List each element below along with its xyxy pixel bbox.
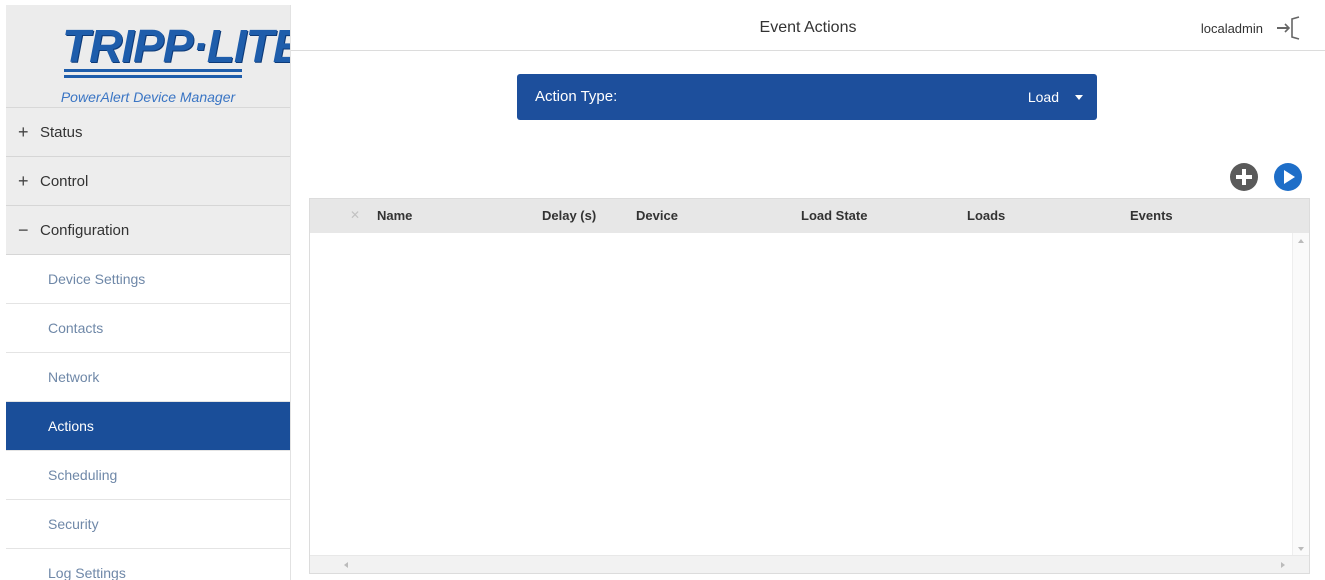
nav-section-status[interactable]: + Status <box>6 108 290 157</box>
top-bar: Event Actions localadmin <box>291 5 1325 51</box>
column-header-device[interactable]: Device <box>636 208 678 223</box>
nav-section-configuration[interactable]: − Configuration <box>6 206 290 255</box>
nav-item-log-settings[interactable]: Log Settings <box>6 549 290 580</box>
scroll-down-icon[interactable] <box>1298 547 1304 551</box>
select-all-checkbox[interactable]: ✕ <box>350 208 360 222</box>
sidebar: TRIPP·LITE PowerAlert Device Manager + S… <box>6 5 291 580</box>
scroll-up-icon[interactable] <box>1298 239 1304 243</box>
logo-rule-bottom <box>64 75 242 78</box>
nav-item-security[interactable]: Security <box>6 500 290 549</box>
expand-icon: + <box>18 121 29 142</box>
action-type-bar: Action Type: Load <box>517 74 1097 120</box>
collapse-icon: − <box>18 219 29 240</box>
nav-item-device-settings[interactable]: Device Settings <box>6 255 290 304</box>
nav-item-scheduling[interactable]: Scheduling <box>6 451 290 500</box>
logo-rule-top <box>64 69 242 72</box>
actions-table: ✕ Name Delay (s) Device Load State Loads… <box>309 198 1310 574</box>
expand-icon: + <box>18 170 29 191</box>
column-header-loads[interactable]: Loads <box>967 208 1005 223</box>
scroll-left-icon[interactable] <box>344 562 348 568</box>
nav-section-label: Status <box>40 123 83 141</box>
nav-item-network[interactable]: Network <box>6 353 290 402</box>
nav-item-actions[interactable]: Actions <box>6 402 290 451</box>
action-type-select[interactable]: Load <box>1028 87 1083 107</box>
column-header-delay[interactable]: Delay (s) <box>542 208 596 223</box>
table-header: ✕ Name Delay (s) Device Load State Loads… <box>310 199 1309 233</box>
horizontal-scrollbar[interactable] <box>310 555 1309 573</box>
column-header-name[interactable]: Name <box>377 208 412 223</box>
column-header-load-state[interactable]: Load State <box>801 208 867 223</box>
tripp-lite-logo: TRIPP·LITE <box>62 20 291 72</box>
page-title: Event Actions <box>759 19 857 36</box>
add-action-button[interactable] <box>1230 163 1258 191</box>
user-name[interactable]: localadmin <box>1201 21 1263 36</box>
caret-down-icon <box>1075 94 1083 100</box>
column-header-events[interactable]: Events <box>1130 208 1173 223</box>
vertical-scrollbar[interactable] <box>1292 233 1309 557</box>
nav-section-label: Configuration <box>40 221 130 239</box>
brand-logo-area: TRIPP·LITE PowerAlert Device Manager <box>6 5 290 108</box>
next-button[interactable] <box>1274 163 1302 191</box>
nav-item-contacts[interactable]: Contacts <box>6 304 290 353</box>
nav-section-label: Control <box>40 172 89 190</box>
product-name: PowerAlert Device Manager <box>60 89 236 105</box>
logout-icon[interactable] <box>1275 15 1301 41</box>
action-type-label: Action Type: <box>535 88 618 105</box>
scroll-right-icon[interactable] <box>1281 562 1285 568</box>
action-type-value: Load <box>1027 89 1059 105</box>
nav-section-control[interactable]: + Control <box>6 157 290 206</box>
